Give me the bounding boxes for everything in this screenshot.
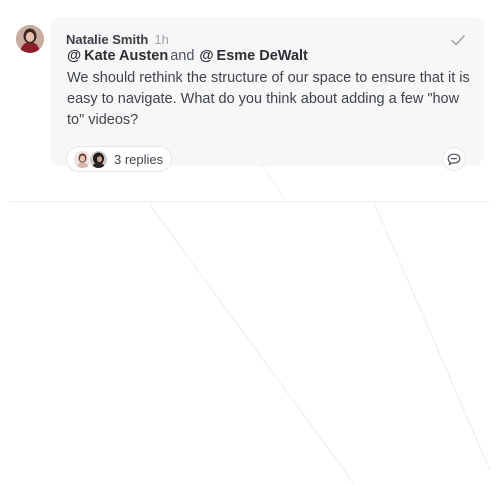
replies-count: 3 replies xyxy=(114,151,164,167)
divider xyxy=(10,201,490,202)
author-name[interactable]: Natalie Smith xyxy=(66,32,148,47)
mention-kate[interactable]: @ Kate Austen xyxy=(67,48,168,64)
comment-timestamp: 1h xyxy=(154,32,169,47)
reply-avatars xyxy=(73,149,108,169)
mention-esme[interactable]: @ Esme DeWalt xyxy=(199,48,307,64)
comment-header: Natalie Smith 1h xyxy=(66,32,169,47)
author-avatar[interactable] xyxy=(16,25,44,53)
replier-avatar xyxy=(89,149,108,169)
comment-card: Natalie Smith 1h @ Kate Austen and @ Esme De… xyxy=(51,17,483,172)
replies-button[interactable]: 3 replies xyxy=(66,146,173,172)
comment-body: We should rethink the structure of our s… xyxy=(67,70,470,128)
resolve-button[interactable] xyxy=(449,31,467,49)
reply-button[interactable] xyxy=(442,147,466,171)
mention-conjunction: and xyxy=(170,48,195,64)
mentions-line: @ Kate Austen and @ Esme DeWalt xyxy=(67,48,308,64)
comment-bubble-icon xyxy=(447,153,461,165)
check-icon xyxy=(451,34,465,45)
